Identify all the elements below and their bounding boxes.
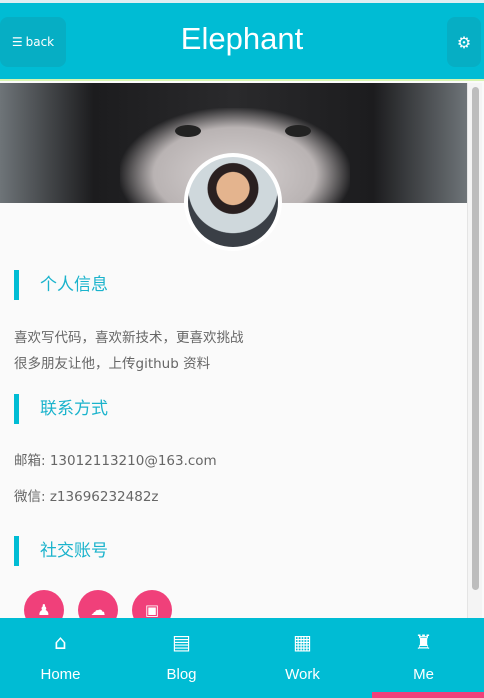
book-icon: ▤ [172,630,191,654]
banner-eye [175,125,201,137]
wechat-icon: ☁ [90,601,106,619]
active-tab-indicator [372,692,484,698]
twitter-icon: ▣ [144,601,160,619]
avatar [184,153,282,251]
contact-email: 邮箱: 13012113210@163.com [14,453,217,469]
nav-me[interactable]: ♜ Me [363,618,484,698]
section-title-contact: 联系方式 [14,394,108,424]
bio-line: 喜欢写代码，喜欢新技术，更喜欢挑战 [14,330,244,346]
scrollbar[interactable] [467,83,482,618]
qq-icon: ♟ [37,601,51,619]
nav-blog[interactable]: ▤ Blog [121,618,242,698]
building-icon: ▦ [293,630,312,654]
contact-wechat: 微信: z13696232482z [14,489,159,505]
user-secret-icon: ♜ [414,630,433,654]
bottom-nav: ⌂ Home ▤ Blog ▦ Work ♜ Me [0,618,484,698]
nav-work[interactable]: ▦ Work [242,618,363,698]
section-title-social: 社交账号 [14,536,108,566]
nav-home[interactable]: ⌂ Home [0,618,121,698]
settings-button[interactable]: ⚙ [447,17,481,67]
page-title: Elephant [180,21,304,56]
bio-line: 很多朋友让他，上传github 资料 [14,356,211,372]
gear-icon: ⚙ [456,32,472,52]
header: ☰ back Elephant ⚙ [0,3,484,81]
scrollbar-thumb[interactable] [472,87,479,590]
home-icon: ⌂ [54,630,67,654]
section-title-personal: 个人信息 [14,270,108,300]
banner-eye [285,125,311,137]
